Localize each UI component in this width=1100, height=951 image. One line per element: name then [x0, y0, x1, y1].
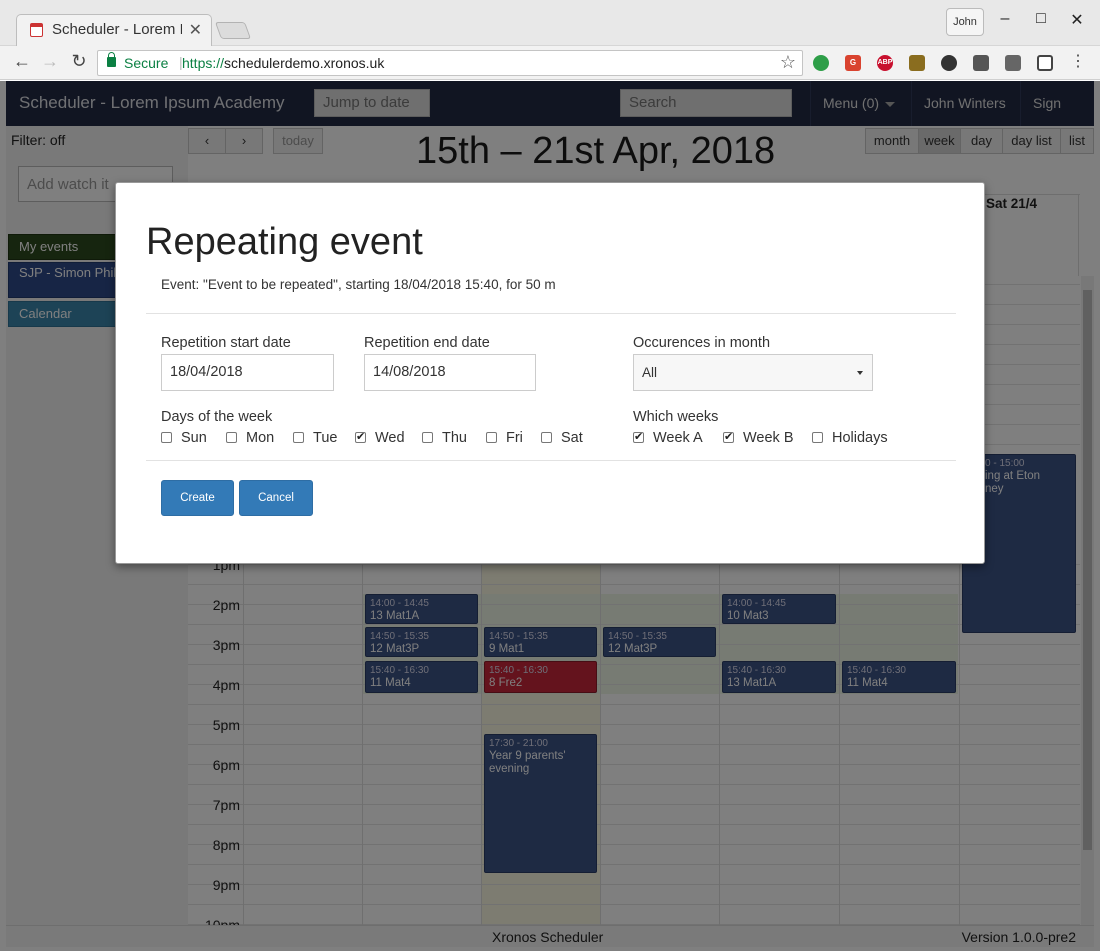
end-date-input[interactable]: 14/08/2018: [364, 354, 536, 391]
dialog-title: Repeating event: [146, 221, 423, 263]
dialog-divider: [146, 460, 956, 461]
create-button[interactable]: Create: [161, 480, 234, 516]
bulb-extension-icon[interactable]: [973, 55, 989, 71]
browser-titlebar: Scheduler - Lorem I ✕ John – □ ✕: [0, 0, 1100, 46]
checkbox-box[interactable]: [161, 432, 172, 443]
browser-toolbar: ← → ↻ Secure | https://schedulerdemo.xro…: [0, 46, 1100, 80]
checkbox-mon[interactable]: Mon: [226, 430, 274, 446]
profile-button[interactable]: John: [946, 8, 984, 36]
adblock-icon[interactable]: ABP: [877, 55, 893, 71]
checkbox-wed[interactable]: Wed: [355, 430, 405, 446]
dialog-divider: [146, 313, 956, 314]
occurrences-select[interactable]: All: [633, 354, 873, 391]
minimize-icon[interactable]: –: [995, 10, 1015, 28]
days-of-week-label: Days of the week: [161, 409, 273, 425]
calendar-favicon-icon: [30, 23, 43, 37]
checkbox-week-b[interactable]: Week B: [723, 430, 794, 446]
reload-icon[interactable]: ↻: [67, 51, 91, 72]
event-info: Event: "Event to be repeated", starting …: [161, 277, 556, 292]
new-tab-button[interactable]: [214, 22, 252, 39]
checkbox-box[interactable]: [541, 432, 552, 443]
browser-tab[interactable]: Scheduler - Lorem I ✕: [16, 14, 212, 46]
checkbox-thu[interactable]: Thu: [422, 430, 467, 446]
checkbox-box[interactable]: [422, 432, 433, 443]
checkbox-box[interactable]: [723, 430, 734, 443]
occurrences-label: Occurences in month: [633, 335, 771, 351]
mail-extension-icon[interactable]: [1005, 55, 1021, 71]
cancel-button[interactable]: Cancel: [239, 480, 313, 516]
address-bar[interactable]: Secure | https://schedulerdemo.xronos.uk…: [97, 50, 803, 76]
back-arrow-icon[interactable]: ←: [10, 51, 34, 72]
maximize-icon[interactable]: □: [1031, 10, 1051, 28]
home-extension-icon[interactable]: [909, 55, 925, 71]
start-date-label: Repetition start date: [161, 335, 291, 351]
bookmark-star-icon[interactable]: ☆: [780, 52, 796, 73]
checkbox-box[interactable]: [293, 432, 304, 443]
paw-extension-icon[interactable]: [941, 55, 957, 71]
forward-arrow-icon[interactable]: →: [38, 51, 62, 72]
end-date-label: Repetition end date: [364, 335, 490, 351]
checkbox-box[interactable]: [486, 432, 497, 443]
green-extension-icon[interactable]: [813, 55, 829, 71]
browser-menu-icon[interactable]: ⋮: [1066, 51, 1090, 71]
checkbox-box[interactable]: [226, 432, 237, 443]
checkbox-box[interactable]: [812, 432, 823, 443]
url-text: https://schedulerdemo.xronos.uk: [182, 55, 385, 71]
tab-title: Scheduler - Lorem I: [52, 21, 182, 38]
red-extension-icon[interactable]: G: [845, 55, 861, 71]
checkbox-tue[interactable]: Tue: [293, 430, 337, 446]
checkbox-box[interactable]: [355, 430, 366, 443]
repeating-event-dialog: Repeating event Event: "Event to be repe…: [115, 182, 985, 564]
secure-label: Secure: [124, 55, 169, 71]
screenshot-extension-icon[interactable]: [1037, 55, 1053, 71]
lock-icon: [107, 52, 116, 67]
chevron-down-icon: [857, 371, 863, 375]
start-date-input[interactable]: 18/04/2018: [161, 354, 334, 391]
checkbox-week-a[interactable]: Week A: [633, 430, 703, 446]
which-weeks-label: Which weeks: [633, 409, 719, 425]
close-window-icon[interactable]: ✕: [1067, 10, 1087, 30]
checkbox-holidays[interactable]: Holidays: [812, 430, 888, 446]
checkbox-sat[interactable]: Sat: [541, 430, 583, 446]
checkbox-box[interactable]: [633, 430, 644, 443]
checkbox-sun[interactable]: Sun: [161, 430, 207, 446]
checkbox-fri[interactable]: Fri: [486, 430, 523, 446]
close-tab-icon[interactable]: ✕: [189, 20, 202, 40]
